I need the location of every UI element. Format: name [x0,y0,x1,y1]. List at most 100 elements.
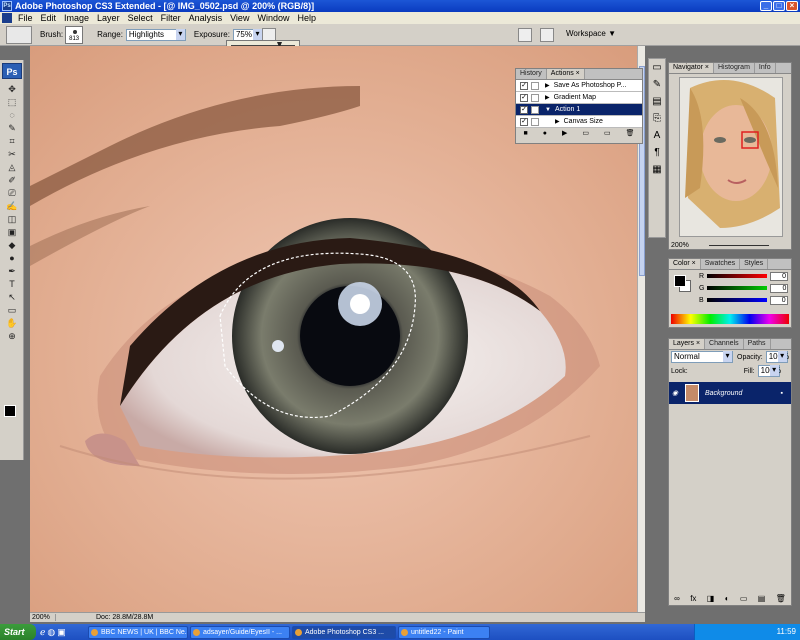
expand-icon[interactable]: ▶ [545,94,550,101]
blue-slider[interactable] [706,298,767,302]
red-value[interactable]: 0 [770,271,789,281]
ps-menu-icon[interactable] [2,13,12,23]
tab-history[interactable]: History [516,69,547,79]
history-brush-tool-icon[interactable]: ✍ [5,200,19,212]
clone-stamp-tool-icon[interactable]: ⎚ [5,187,19,199]
desktop-icon[interactable]: ▣ [57,627,66,638]
status-zoom[interactable]: 200% [30,614,56,621]
action-check[interactable]: ✓ [520,105,528,114]
link-layers-icon[interactable]: ∞ [674,594,680,603]
close-button[interactable]: × [786,1,798,11]
clock[interactable]: 11:59 [777,627,796,636]
navigator-thumbnail[interactable] [679,77,783,237]
collapse-icon[interactable]: ▼ [545,107,551,113]
clone-source-icon[interactable]: ⎘ [651,113,663,125]
stop-icon[interactable]: ■ [524,130,528,137]
green-value[interactable]: 0 [770,283,789,293]
action-row[interactable]: ✓ ▶ Gradient Map [516,92,642,104]
menu-help[interactable]: Help [293,13,320,23]
action-check[interactable]: ✓ [520,81,528,90]
red-slider[interactable] [707,274,768,278]
action-row-selected[interactable]: ✓ ▼ Action 1 [516,104,642,116]
range-select[interactable]: Highlights [125,28,186,41]
action-check[interactable]: ✓ [520,117,528,126]
gradient-tool-icon[interactable]: ▣ [5,226,19,238]
new-set-icon[interactable]: ▭ [582,129,589,137]
slice-tool-icon[interactable]: ✂ [5,148,19,160]
trash-icon[interactable]: 🗑 [626,129,635,137]
start-button[interactable]: Start [0,624,36,640]
firefox-icon[interactable]: ◍ [47,627,55,638]
new-action-icon[interactable]: ▭ [604,129,611,137]
task-paint[interactable]: untitled22 - Paint [398,625,490,639]
delete-layer-icon[interactable]: 🗑 [776,594,786,603]
character-icon[interactable]: A [651,130,663,142]
tab-actions[interactable]: Actions × [546,69,585,79]
menu-layer[interactable]: Layer [93,13,124,23]
blend-mode-select[interactable]: Normal [671,351,733,363]
menu-analysis[interactable]: Analysis [185,13,227,23]
maximize-button[interactable]: □ [773,1,785,11]
layer-comps-icon[interactable]: ▤ [651,96,663,108]
menu-window[interactable]: Window [253,13,293,23]
adjustment-layer-icon[interactable]: ◐ [725,594,730,603]
play-icon[interactable]: ▶ [562,129,567,137]
tab-info[interactable]: Info [755,63,776,73]
type-tool-icon[interactable]: T [5,278,19,290]
eraser-tool-icon[interactable]: ◫ [5,213,19,225]
new-layer-icon[interactable]: ▤ [758,594,766,603]
tab-styles[interactable]: Styles [740,259,769,269]
foreground-color-swatch[interactable] [4,405,16,417]
task-adsayer[interactable]: adsayer/Guide/EyesII - ... [190,625,290,639]
tab-channels[interactable]: Channels [705,339,744,349]
minimize-button[interactable]: _ [760,1,772,11]
new-group-icon[interactable]: ▭ [740,594,748,603]
brush-tool-icon[interactable]: ✐ [5,174,19,186]
zoom-tool-icon[interactable]: ⊕ [5,330,19,342]
tab-layers[interactable]: Layers × [669,339,706,349]
menu-select[interactable]: Select [124,13,157,23]
pen-tool-icon[interactable]: ✒ [5,265,19,277]
tab-navigator[interactable]: Navigator × [669,63,714,73]
palette-well-icon[interactable] [518,28,532,42]
fill-field[interactable]: 100% [757,365,781,377]
blue-value[interactable]: 0 [769,295,788,305]
tab-color[interactable]: Color × [669,259,701,269]
tool-preset-picker[interactable] [6,25,32,44]
brushes-icon[interactable]: ✎ [651,79,663,91]
tab-paths[interactable]: Paths [744,339,771,349]
bridge-icon[interactable] [540,28,554,42]
marquee-tool-icon[interactable]: ⬚ [5,96,19,108]
menu-image[interactable]: Image [60,13,93,23]
tab-swatches[interactable]: Swatches [701,259,741,269]
crop-tool-icon[interactable]: ⌗ [5,135,19,147]
move-tool-icon[interactable]: ✥ [5,83,19,95]
task-bbc-news[interactable]: BBC NEWS | UK | BBC Ne... [88,625,188,639]
menu-view[interactable]: View [226,13,253,23]
menu-filter[interactable]: Filter [157,13,185,23]
brush-picker[interactable]: 813 [65,25,84,44]
hand-tool-icon[interactable]: ✋ [5,317,19,329]
path-selection-tool-icon[interactable]: ↖ [5,291,19,303]
menu-edit[interactable]: Edit [37,13,61,23]
expand-icon[interactable]: ▶ [555,118,560,125]
action-check[interactable]: ✓ [520,93,528,102]
task-photoshop[interactable]: Adobe Photoshop CS3 ... [292,625,396,639]
color-spectrum[interactable] [671,314,789,324]
layer-style-icon[interactable]: fx [690,594,696,603]
green-slider[interactable] [707,286,768,290]
healing-brush-tool-icon[interactable]: ◬ [5,161,19,173]
layer-row-background[interactable]: ◉ Background ▪ [669,382,791,404]
shape-tool-icon[interactable]: ▭ [5,304,19,316]
dodge-tool-icon[interactable]: ● [5,252,19,264]
menu-file[interactable]: File [14,13,37,23]
exposure-field[interactable]: 75% [232,28,263,41]
expand-icon[interactable]: ▶ [545,82,550,89]
dialog-toggle[interactable] [531,117,539,126]
lasso-tool-icon[interactable]: ◌ [5,109,19,121]
action-row[interactable]: ✓ ▶ Canvas Size [516,116,642,128]
dialog-toggle[interactable] [531,93,539,102]
opacity-field[interactable]: 100% [765,351,789,363]
ie-icon[interactable]: ℯ [40,627,45,638]
paragraph-icon[interactable]: ¶ [651,147,663,159]
